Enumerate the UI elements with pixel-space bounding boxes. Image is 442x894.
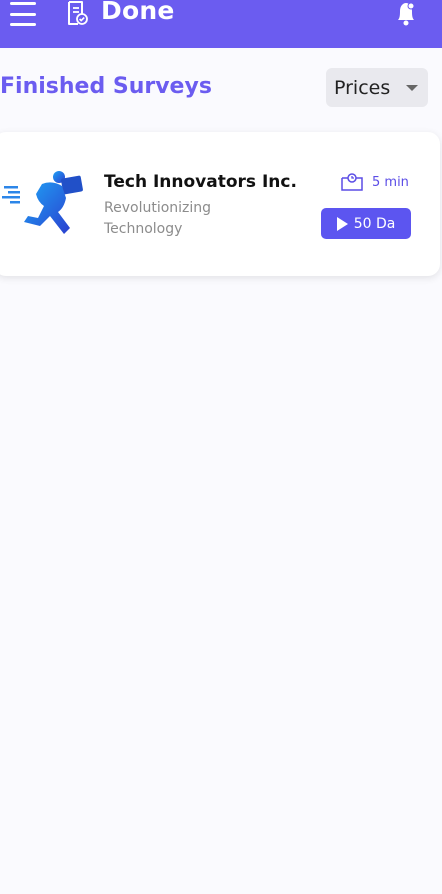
play-icon <box>336 216 348 231</box>
menu-button[interactable] <box>10 2 36 26</box>
hamburger-menu-icon <box>10 2 36 5</box>
clipboard-check-icon <box>68 1 88 25</box>
price-button[interactable]: 50 Da <box>321 208 411 239</box>
section-title: Finished Surveys <box>0 74 212 99</box>
company-name: Tech Innovators Inc. <box>104 172 297 192</box>
bell-icon[interactable] <box>392 0 420 28</box>
sort-select-value: Prices <box>334 76 391 99</box>
app-header: Done <box>0 0 442 48</box>
company-description: Revolutionizing Technology <box>104 200 212 237</box>
clock-icon <box>341 173 363 191</box>
courier-runner-logo <box>2 171 83 234</box>
survey-duration: 5 min <box>340 172 409 192</box>
sort-select[interactable]: Prices <box>326 68 428 107</box>
survey-card[interactable]: Tech Innovators Inc. Revolutionizing Tec… <box>0 132 440 276</box>
caret-down-icon <box>406 85 418 91</box>
price-text: 50 Da <box>353 215 396 232</box>
duration-text: 5 min <box>372 174 409 190</box>
page-title: Done <box>101 0 175 25</box>
